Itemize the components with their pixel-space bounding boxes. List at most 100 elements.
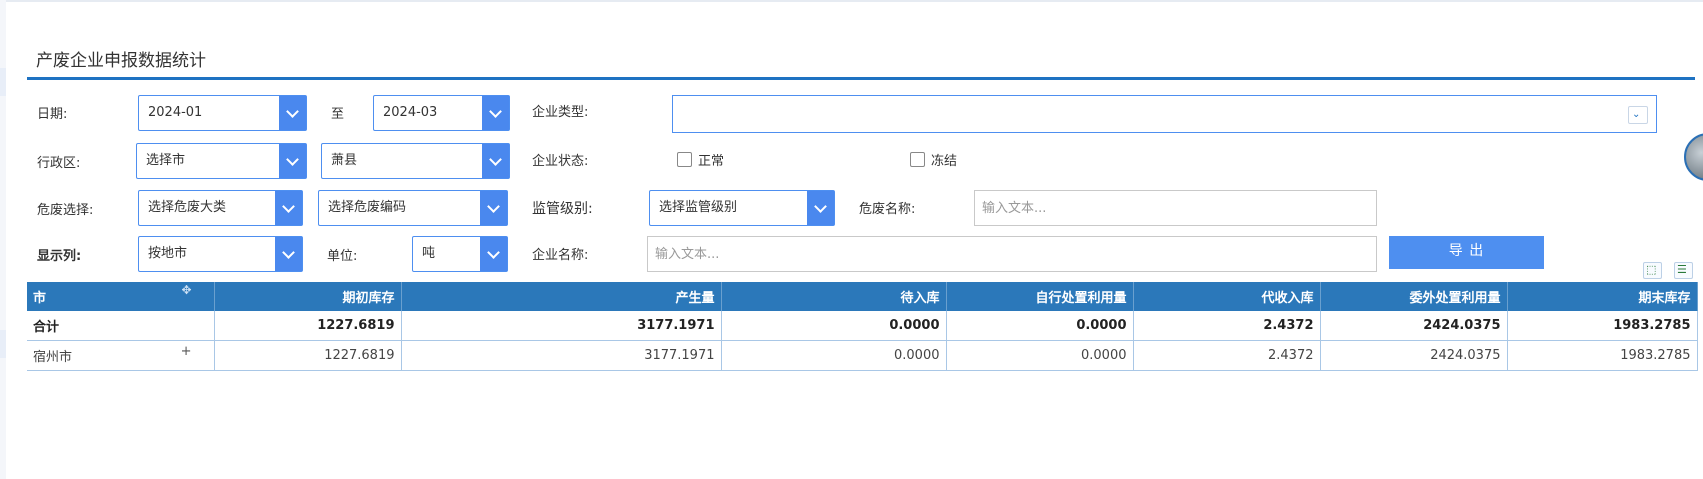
header-pending-storage[interactable]: 待入库 xyxy=(721,282,947,311)
expand-row-icon[interactable]: + xyxy=(181,344,192,359)
supervision-select[interactable]: 选择监管级别 xyxy=(649,190,835,226)
header-city-label: 市 xyxy=(33,291,47,306)
hazard-name-label: 危废名称: xyxy=(859,202,916,217)
select-region-tool[interactable]: ⬚ xyxy=(1643,262,1662,279)
hazard-code-select[interactable]: 选择危废编码 xyxy=(318,190,508,226)
unit-value: 吨 xyxy=(422,246,436,261)
date-from-dropdown-button[interactable] xyxy=(279,96,306,130)
header-self-disposal[interactable]: 自行处置利用量 xyxy=(946,282,1134,311)
display-columns-dropdown-button[interactable] xyxy=(275,237,302,271)
date-label: 日期: xyxy=(37,107,68,122)
county-select[interactable]: 萧县 xyxy=(321,143,510,179)
hazard-code-value: 选择危废编码 xyxy=(328,200,407,215)
supervision-value: 选择监管级别 xyxy=(659,200,738,215)
header-collected-storage[interactable]: 代收入库 xyxy=(1133,282,1321,311)
avatar[interactable] xyxy=(1684,133,1703,181)
table-cell: 2.4372 xyxy=(1133,340,1321,371)
table-cell: 1983.2785 xyxy=(1507,340,1698,371)
title-underline xyxy=(27,77,1695,80)
table-cell: 3177.1971 xyxy=(401,340,722,371)
unit-label: 单位: xyxy=(327,249,358,264)
table-cell: 0.0000 xyxy=(946,340,1134,371)
unit-dropdown-button[interactable] xyxy=(480,237,507,271)
expand-more-button[interactable]: ⌄ xyxy=(1628,106,1648,124)
company-type-label: 企业类型: xyxy=(532,105,589,120)
status-normal-checkbox[interactable]: 正常 xyxy=(677,150,724,169)
table-cell: 0.0000 xyxy=(721,340,947,371)
city-name: 宿州市 xyxy=(33,350,73,365)
table-cell: 2424.0375 xyxy=(1320,340,1508,371)
display-columns-value: 按地市 xyxy=(148,246,188,261)
display-columns-select[interactable]: 按地市 xyxy=(138,236,303,272)
total-cell: 1227.6819 xyxy=(214,311,402,341)
column-drag-icon: ✥ xyxy=(181,283,192,297)
statistics-table: 市 ✥ 期初库存 产生量 待入库 自行处置利用量 代收入库 委外处置利用量 期末库… xyxy=(27,282,1698,371)
city-dropdown-button[interactable] xyxy=(279,144,306,178)
total-cell: 2.4372 xyxy=(1133,311,1321,341)
total-cell: 1983.2785 xyxy=(1507,311,1698,341)
hazard-category-select[interactable]: 选择危废大类 xyxy=(138,190,303,226)
region-label: 行政区: xyxy=(37,156,81,171)
city-cell: 宿州市 + xyxy=(27,340,215,371)
display-columns-label: 显示列: xyxy=(37,249,82,264)
status-normal-label: 正常 xyxy=(698,154,725,169)
chevron-down-icon xyxy=(487,200,500,213)
header-closing-stock[interactable]: 期末库存 xyxy=(1507,282,1698,311)
total-label-cell: 合计 xyxy=(27,311,215,341)
column-list-icon: ☰ xyxy=(1677,263,1687,276)
hazard-code-dropdown-button[interactable] xyxy=(480,191,507,225)
header-generated-amount[interactable]: 产生量 xyxy=(401,282,722,311)
total-cell: 0.0000 xyxy=(946,311,1134,341)
company-name-field[interactable] xyxy=(647,236,1377,272)
date-from-select[interactable]: 2024-01 xyxy=(138,95,307,131)
table-cell: 1227.6819 xyxy=(214,340,402,371)
date-from-value: 2024-01 xyxy=(148,105,203,120)
select-region-icon: ⬚ xyxy=(1646,263,1657,276)
chevron-down-icon xyxy=(282,246,295,259)
company-type-select[interactable]: ⌄ xyxy=(672,95,1657,133)
chevron-down-icon xyxy=(286,105,299,118)
hazard-category-dropdown-button[interactable] xyxy=(275,191,302,225)
chevron-down-icon xyxy=(487,246,500,259)
header-city[interactable]: 市 ✥ xyxy=(27,282,215,311)
table-row[interactable]: 宿州市 + 1227.6819 3177.1971 0.0000 0.0000 2… xyxy=(27,340,1698,371)
panel-title: 产废企业申报数据统计 xyxy=(36,51,206,71)
table-header-row: 市 ✥ 期初库存 产生量 待入库 自行处置利用量 代收入库 委外处置利用量 期末库… xyxy=(27,282,1698,311)
table-total-row: 合计 1227.6819 3177.1971 0.0000 0.0000 2.4… xyxy=(27,311,1698,341)
column-list-tool[interactable]: ☰ xyxy=(1674,262,1693,279)
hazard-select-label: 危废选择: xyxy=(37,203,94,218)
county-select-value: 萧县 xyxy=(331,153,358,168)
status-frozen-checkbox[interactable]: 冻结 xyxy=(910,150,957,169)
hazard-category-value: 选择危废大类 xyxy=(148,200,227,215)
total-cell: 3177.1971 xyxy=(401,311,722,341)
total-cell: 0.0000 xyxy=(721,311,947,341)
unit-select[interactable]: 吨 xyxy=(412,236,508,272)
checkbox-box[interactable] xyxy=(910,152,925,167)
supervision-dropdown-button[interactable] xyxy=(807,191,834,225)
header-outsourced-disposal[interactable]: 委外处置利用量 xyxy=(1320,282,1508,311)
top-border xyxy=(0,0,1703,2)
date-to-select[interactable]: 2024-03 xyxy=(373,95,510,131)
hazard-name-input[interactable] xyxy=(975,191,1376,225)
date-to-value: 2024-03 xyxy=(383,105,438,120)
chevron-down-icon xyxy=(282,200,295,213)
hazard-name-field[interactable] xyxy=(974,190,1377,226)
date-to-dropdown-button[interactable] xyxy=(482,96,509,130)
header-opening-stock[interactable]: 期初库存 xyxy=(214,282,402,311)
export-button[interactable]: 导 出 xyxy=(1389,236,1544,269)
company-name-input[interactable] xyxy=(648,237,1376,271)
city-select[interactable]: 选择市 xyxy=(136,143,307,179)
left-edge-mark xyxy=(0,330,6,358)
double-chevron-down-icon: ⌄ xyxy=(1632,109,1641,120)
county-dropdown-button[interactable] xyxy=(482,144,509,178)
status-frozen-label: 冻结 xyxy=(931,154,958,169)
chevron-down-icon xyxy=(814,200,827,213)
city-select-value: 选择市 xyxy=(146,153,186,168)
company-name-label: 企业名称: xyxy=(532,248,589,263)
chevron-down-icon xyxy=(489,153,502,166)
checkbox-box[interactable] xyxy=(677,152,692,167)
date-to-label: 至 xyxy=(331,107,345,122)
total-cell: 2424.0375 xyxy=(1320,311,1508,341)
left-edge-mark xyxy=(0,68,6,96)
supervision-label: 监管级别: xyxy=(532,201,593,217)
